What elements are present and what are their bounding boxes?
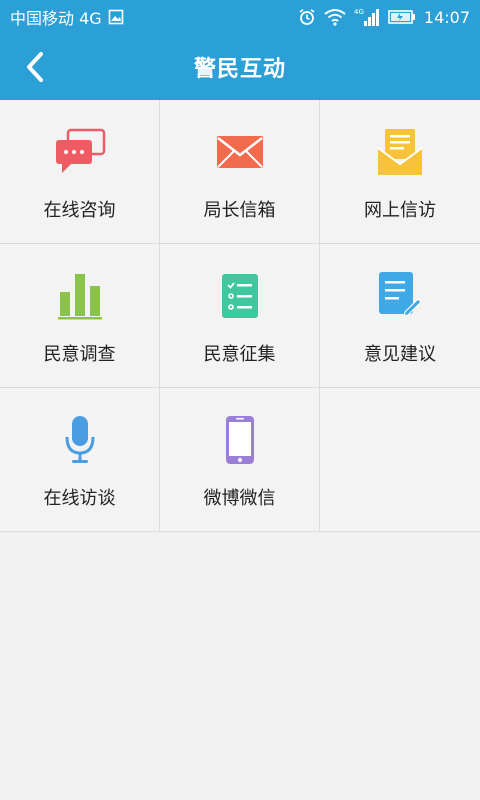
carrier-label: 中国移动 4G: [10, 9, 102, 28]
envelope-icon: [216, 126, 264, 178]
grid-item-online-interview[interactable]: 在线访谈: [0, 388, 160, 532]
signal-icon: 4G: [354, 7, 380, 27]
chat-bubbles-icon: [54, 126, 106, 178]
battery-icon: [388, 9, 416, 25]
checklist-icon: [221, 270, 259, 322]
grid-item-online-consult[interactable]: 在线咨询: [0, 100, 160, 244]
status-right: 4G 14:07: [298, 7, 470, 27]
grid-item-label: 局长信箱: [203, 200, 276, 221]
nav-bar: 警民互动: [0, 34, 480, 100]
feature-grid: 在线咨询 局长信箱 网上信访 民意调查 民意征集 意见建议 在线访谈 微博微信: [0, 100, 480, 532]
grid-item-public-survey[interactable]: 民意调查: [0, 244, 160, 388]
back-button[interactable]: [18, 50, 52, 84]
grid-item-weibo-wechat[interactable]: 微博微信: [160, 388, 320, 532]
network-badge: 4G: [354, 8, 364, 16]
status-time: 14:07: [423, 7, 470, 27]
alarm-icon: [298, 8, 316, 26]
grid-item-suggestions[interactable]: 意见建议: [320, 244, 480, 388]
bar-chart-icon: [57, 270, 102, 322]
status-bar: 中国移动 4G 4G 14:07: [0, 0, 480, 34]
microphone-icon: [65, 414, 95, 466]
grid-item-label: 微博微信: [203, 488, 276, 509]
grid-item-label: 意见建议: [364, 344, 436, 365]
smartphone-icon: [225, 414, 255, 466]
grid-item-director-mailbox[interactable]: 局长信箱: [160, 100, 320, 244]
grid-empty-cell: [320, 388, 480, 532]
letter-icon: [377, 126, 423, 178]
status-left: 中国移动 4G: [10, 5, 124, 29]
grid-item-label: 民意调查: [43, 344, 116, 365]
wifi-icon: [324, 8, 346, 26]
grid-item-online-petition[interactable]: 网上信访: [320, 100, 480, 244]
page-title: 警民互动: [193, 57, 286, 82]
image-icon: [108, 9, 124, 25]
note-pencil-icon: [378, 270, 422, 322]
grid-item-label: 在线咨询: [43, 200, 116, 221]
grid-item-opinion-collect[interactable]: 民意征集: [160, 244, 320, 388]
grid-item-label: 网上信访: [364, 200, 436, 221]
grid-item-label: 在线访谈: [43, 488, 116, 509]
chevron-left-icon: [27, 52, 43, 82]
grid-item-label: 民意征集: [203, 344, 276, 365]
